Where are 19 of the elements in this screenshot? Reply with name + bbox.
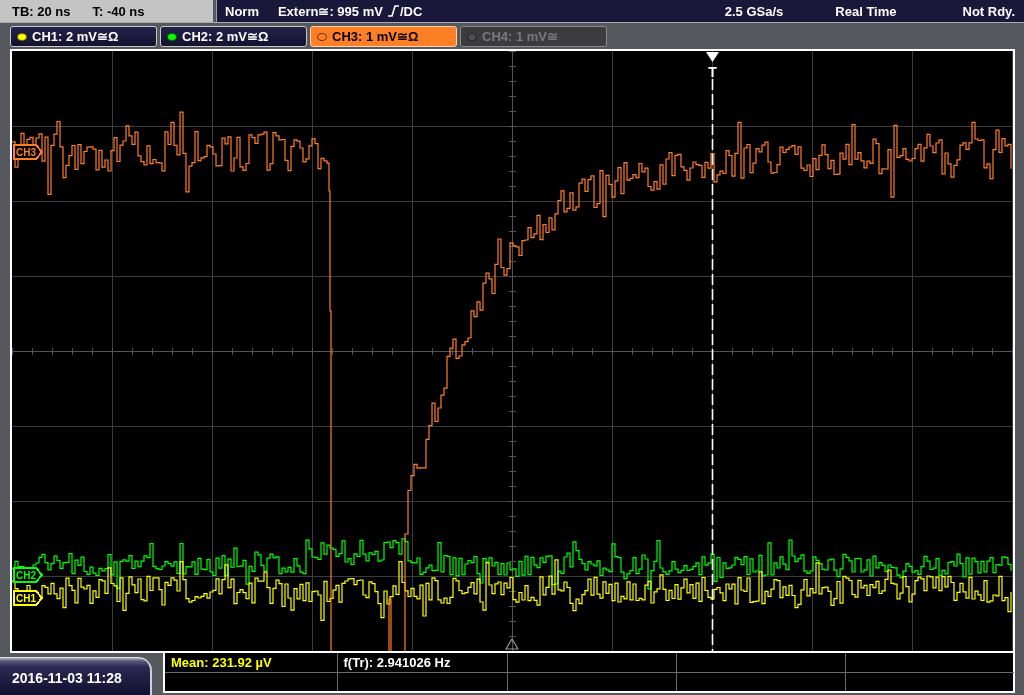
- channel-tab[interactable]: CH1: 2 mV≅Ω: [10, 26, 157, 47]
- trigger-time-readout: T: -40 ns: [92, 4, 145, 18]
- triangle-icon: [506, 639, 518, 649]
- rising-edge-icon: [387, 5, 399, 17]
- date-time-panel: 2016-11-03 11:28: [0, 657, 152, 695]
- measurement-reading: Mean: 231.92 µV: [171, 654, 272, 670]
- trigger-mode-readout: Norm: [225, 4, 259, 18]
- timebase-readout: TB: 20 ns: [12, 4, 71, 18]
- channel-marker: CH2: [12, 567, 44, 583]
- acquisition-mode-readout: Real Time: [835, 4, 897, 18]
- sample-rate-readout: 2.5 GSa/s: [724, 4, 784, 18]
- channel-marker: CH1: [12, 590, 44, 606]
- trigger-coupling-readout: /DC: [399, 4, 423, 18]
- measurement-reading: f(Tr): 2.941026 Hz: [343, 654, 451, 670]
- channel-marker: CH3: [12, 144, 44, 160]
- ready-state-readout: Not Rdy.: [962, 4, 1015, 18]
- trigger-level-readout: Extern≅: 995 mV: [277, 4, 383, 18]
- channel-tab[interactable]: CH3: 1 mV≅Ω: [310, 26, 457, 47]
- channel-tab[interactable]: CH2: 2 mV≅Ω: [160, 26, 307, 47]
